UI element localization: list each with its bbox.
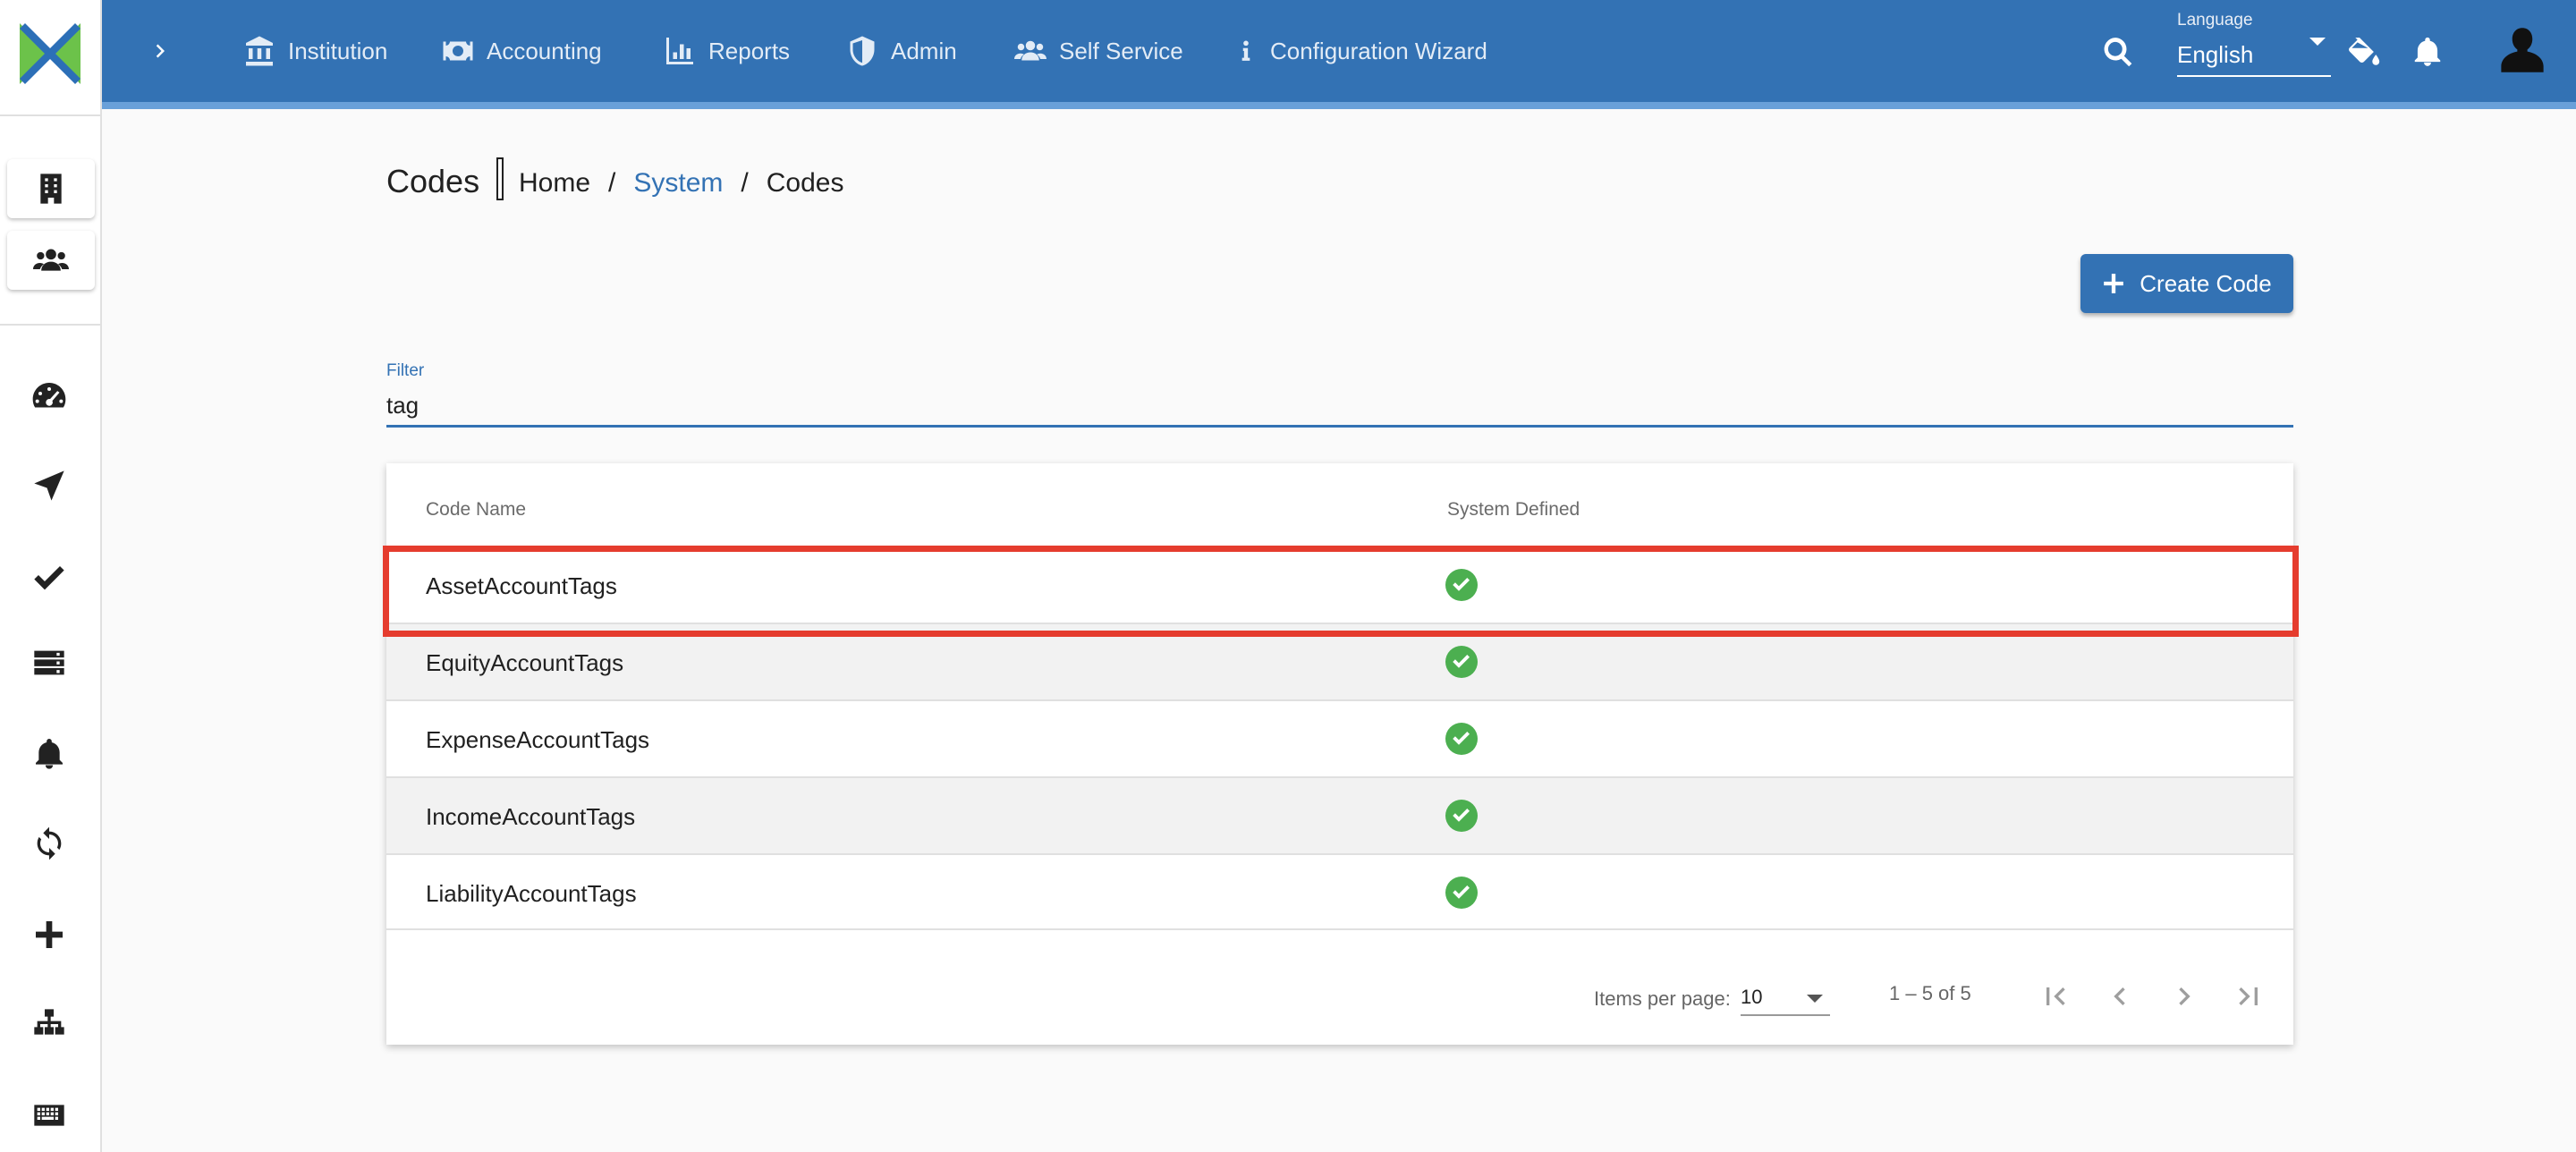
table-row[interactable]: ExpenseAccountTags	[386, 699, 2293, 776]
items-per-page-select[interactable]: 10	[1741, 980, 1830, 1016]
nav-accounting-label: Accounting	[487, 37, 602, 64]
sidebar-item-sync[interactable]	[27, 821, 72, 866]
nav-admin-label: Admin	[891, 37, 957, 64]
institution-icon	[246, 36, 273, 66]
sidebar-item-clients[interactable]	[7, 231, 95, 290]
language-value: English	[2177, 41, 2254, 68]
info-icon	[1241, 40, 1250, 61]
first-page-icon	[2046, 987, 2065, 1005]
nav-institution-label: Institution	[288, 37, 388, 64]
column-header-code-name[interactable]: Code Name	[426, 499, 526, 521]
sidebar-item-dashboard[interactable]	[27, 374, 72, 419]
chevron-left-icon	[2114, 987, 2125, 1005]
filter-input[interactable]	[386, 386, 2293, 428]
code-name-cell: LiabilityAccountTags	[426, 880, 637, 907]
money-icon	[443, 41, 473, 61]
nav-configuration-wizard[interactable]: Configuration Wizard	[1234, 27, 1487, 75]
bell-icon	[36, 739, 63, 769]
search-button[interactable]	[2098, 32, 2138, 72]
users-icon	[1014, 40, 1046, 61]
sidebar-divider	[0, 114, 102, 116]
chart-icon	[666, 38, 693, 64]
table-row[interactable]: LiabilityAccountTags	[386, 853, 2293, 930]
bell-icon	[2414, 37, 2441, 66]
language-label: Language	[2177, 11, 2253, 30]
check-circle-icon	[1445, 723, 1478, 755]
code-name-cell: EquityAccountTags	[426, 649, 624, 676]
sync-icon	[37, 826, 62, 860]
items-per-page-value: 10	[1741, 986, 1763, 1008]
first-page-button[interactable]	[2030, 971, 2080, 1021]
last-page-button[interactable]	[2224, 971, 2274, 1021]
app-logo[interactable]	[20, 23, 80, 84]
breadcrumb: Home / System / Codes	[519, 168, 843, 199]
sidebar-item-create[interactable]	[27, 912, 72, 957]
dashboard-icon	[32, 383, 66, 408]
sidebar-divider	[0, 324, 102, 326]
previous-page-button[interactable]	[2095, 971, 2145, 1021]
nav-institution[interactable]: Institution	[243, 27, 387, 75]
avatar-icon	[2501, 28, 2544, 72]
user-menu-button[interactable]	[2497, 25, 2547, 75]
nav-configuration-wizard-label: Configuration Wizard	[1270, 37, 1487, 64]
breadcrumb-home[interactable]: Home	[519, 168, 590, 199]
sidebar-item-organization[interactable]	[27, 1002, 72, 1046]
expand-sidebar-button[interactable]	[141, 32, 179, 70]
code-name-cell: IncomeAccountTags	[426, 803, 636, 830]
chevron-down-icon	[2309, 38, 2326, 46]
server-icon	[34, 650, 64, 675]
breadcrumb-separator: /	[608, 168, 616, 198]
breadcrumb-separator: /	[741, 168, 749, 198]
check-circle-icon	[1445, 646, 1478, 678]
nav-accounting[interactable]: Accounting	[442, 27, 602, 75]
code-name-cell: ExpenseAccountTags	[426, 726, 650, 753]
nav-self-service[interactable]: Self Service	[1014, 27, 1183, 75]
theme-button[interactable]	[2343, 32, 2383, 72]
plus-icon	[2104, 274, 2124, 293]
table-row[interactable]: IncomeAccountTags	[386, 776, 2293, 853]
next-page-button[interactable]	[2159, 971, 2209, 1021]
chevron-right-icon	[156, 44, 165, 58]
keyboard-icon	[34, 1105, 64, 1126]
navigate-icon	[34, 470, 64, 501]
sitemap-icon	[34, 1009, 64, 1035]
chevron-down-icon	[1807, 995, 1823, 1003]
sidebar	[0, 0, 102, 1152]
column-header-system-defined[interactable]: System Defined	[1447, 499, 1580, 521]
nav-reports[interactable]: Reports	[664, 27, 790, 75]
title-separator	[496, 157, 504, 200]
language-select[interactable]: English	[2177, 34, 2331, 77]
users-icon	[33, 249, 69, 271]
notifications-button[interactable]	[2408, 32, 2447, 72]
create-code-label: Create Code	[2140, 269, 2272, 297]
create-code-button[interactable]: Create Code	[2080, 254, 2293, 313]
last-page-icon	[2239, 987, 2258, 1005]
check-circle-icon	[1445, 800, 1478, 832]
building-icon	[40, 174, 62, 204]
sidebar-item-notifications[interactable]	[27, 732, 72, 776]
items-per-page-label: Items per page:	[1594, 987, 1731, 1010]
chevron-right-icon	[2179, 987, 2190, 1005]
nav-admin[interactable]: Admin	[846, 27, 957, 75]
fill-drip-icon	[2349, 38, 2380, 65]
sidebar-item-checker[interactable]	[27, 553, 72, 597]
plus-icon	[36, 921, 63, 948]
page-range-label: 1 – 5 of 5	[1889, 982, 1971, 1004]
sidebar-item-keyboard[interactable]	[27, 1093, 72, 1138]
page-title: Codes	[386, 163, 480, 199]
sidebar-item-institution[interactable]	[7, 159, 95, 218]
highlight-box	[383, 546, 2299, 637]
sidebar-item-navigation[interactable]	[27, 463, 72, 508]
breadcrumb-codes: Codes	[766, 168, 844, 198]
search-icon	[2104, 38, 2132, 67]
nav-self-service-label: Self Service	[1059, 37, 1183, 64]
check-icon	[34, 566, 64, 590]
filter-label: Filter	[386, 361, 425, 380]
sidebar-item-tasks[interactable]	[27, 640, 72, 685]
check-circle-icon	[1445, 877, 1478, 909]
toolbar-edge	[102, 102, 2576, 109]
breadcrumb-system[interactable]: System	[633, 168, 723, 199]
shield-icon	[850, 36, 875, 66]
nav-reports-label: Reports	[708, 37, 791, 64]
